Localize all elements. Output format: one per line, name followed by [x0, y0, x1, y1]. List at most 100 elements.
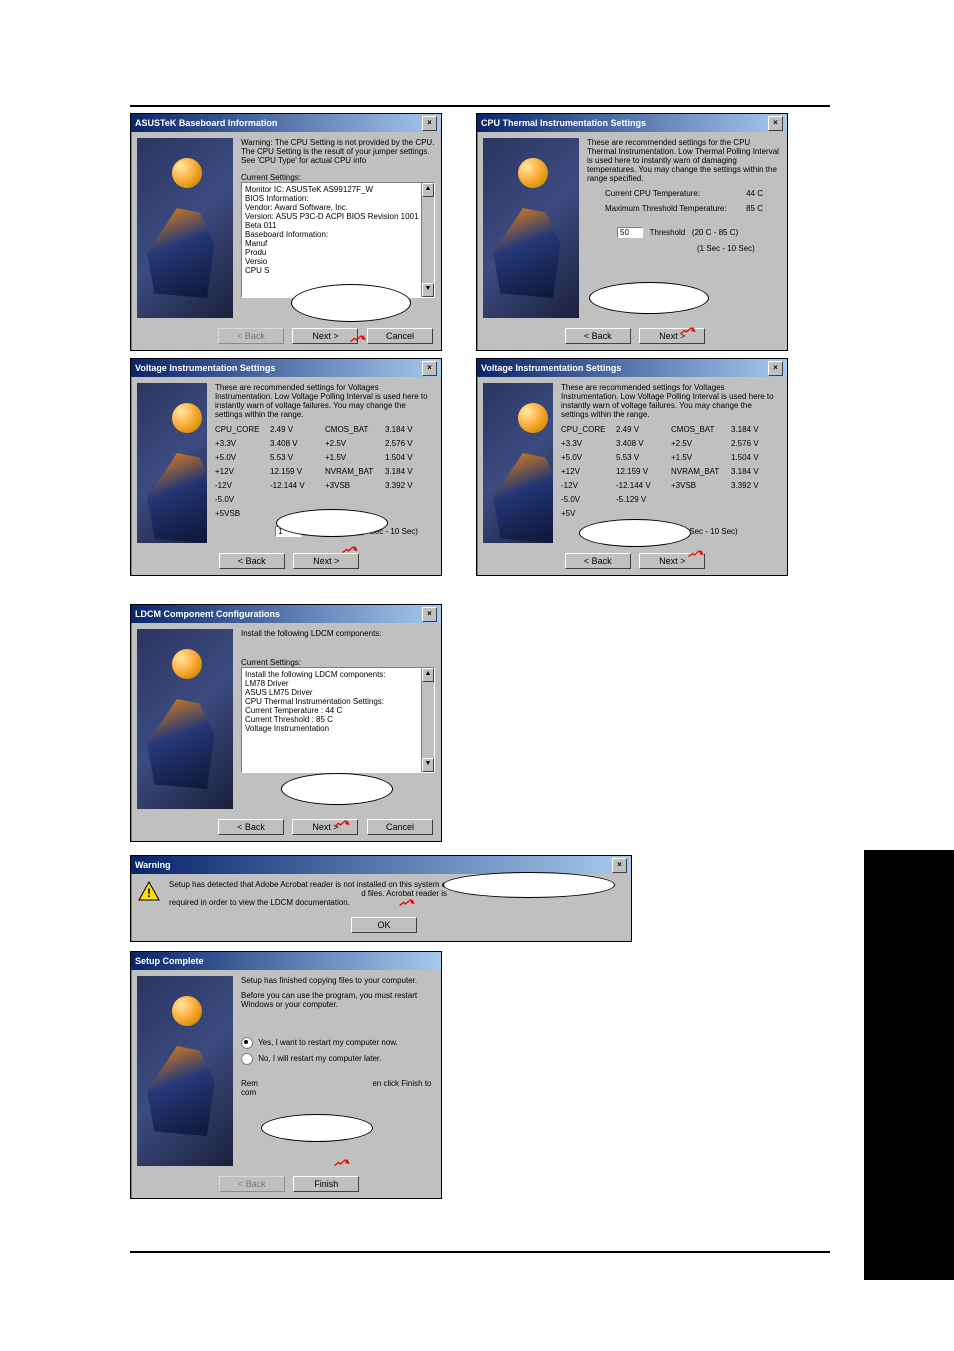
opt2-label: No, I will restart my computer later. [258, 1054, 381, 1063]
scrollbar[interactable]: ▲▼ [421, 668, 434, 772]
finish-button[interactable]: Finish [293, 1176, 359, 1192]
max-thr-label: Maximum Threshold Temperature: [605, 204, 727, 213]
cell: 3.408 V [270, 439, 325, 448]
cell: CMOS_BAT [325, 425, 385, 434]
back-button: < Back [218, 328, 284, 344]
titlebar[interactable]: LDCM Component Configurations × [131, 605, 441, 623]
cancel-button[interactable]: Cancel [367, 819, 433, 835]
cell: +3VSB [671, 481, 731, 490]
warn-line-a: Setup has detected that Adobe Acrobat re… [169, 880, 469, 889]
pointer-hand-icon [331, 815, 353, 835]
titlebar[interactable]: CPU Thermal Instrumentation Settings × [477, 114, 787, 132]
pointer-hand-icon [396, 894, 418, 914]
back-button[interactable]: < Back [219, 553, 285, 569]
info-line: Monitor IC: ASUSTeK AS99127F_W [245, 185, 431, 194]
info-line: Version: ASUS P3C-D ACPI BIOS Revision 1… [245, 212, 431, 230]
max-thr-value: 85 C [746, 204, 763, 213]
back-button: < Back [219, 1176, 285, 1192]
wizard-image [137, 138, 233, 318]
cell: 3.392 V [731, 481, 781, 490]
info-line: CPU S [245, 266, 431, 275]
ok-button[interactable]: OK [351, 917, 417, 933]
cell: CMOS_BAT [671, 425, 731, 434]
list-line: LM78 Driver [245, 679, 431, 688]
cell: +5.0V [215, 453, 270, 462]
titlebar[interactable]: Voltage Instrumentation Settings × [131, 359, 441, 377]
voltage-table: CPU_CORE2.49 VCMOS_BAT3.184 V +3.3V3.408… [561, 425, 781, 518]
info-listbox[interactable]: Monitor IC: ASUSTeK AS99127F_W BIOS Info… [241, 182, 435, 298]
cell: -12.144 V [270, 481, 325, 490]
intro-text: Install the following LDCM components: [241, 629, 435, 638]
component-listbox[interactable]: Install the following LDCM components: L… [241, 667, 435, 773]
titlebar[interactable]: Voltage Instrumentation Settings × [477, 359, 787, 377]
intro-text: These are recommended settings for the C… [587, 138, 781, 183]
wizard-image [483, 138, 579, 318]
titlebar[interactable]: Warning × [131, 856, 631, 874]
scrollbar[interactable]: ▲▼ [421, 183, 434, 297]
wizard-image [483, 383, 553, 543]
side-black-tab [864, 850, 954, 1280]
cell: 3.184 V [385, 425, 435, 434]
cell: 5.53 V [270, 453, 325, 462]
title-text: LDCM Component Configurations [135, 609, 280, 619]
pointer-hand-icon [677, 322, 699, 342]
cell: 3.408 V [616, 439, 671, 448]
close-icon[interactable]: × [612, 858, 627, 873]
cell: 3.184 V [385, 467, 435, 476]
wizard-image [137, 383, 207, 543]
radio-restart-later[interactable] [241, 1053, 253, 1065]
redaction-oval [589, 282, 709, 314]
back-button[interactable]: < Back [565, 328, 631, 344]
threshold-input[interactable]: 50 [617, 227, 643, 238]
cell: 1.504 V [385, 453, 435, 462]
cell: +3.3V [215, 439, 270, 448]
wizard-image [137, 629, 233, 809]
l3b: en click Finish to [372, 1079, 431, 1088]
intro-text: These are recommended settings for Volta… [215, 383, 435, 419]
cancel-button[interactable]: Cancel [367, 328, 433, 344]
titlebar[interactable]: ASUSTeK Baseboard Information × [131, 114, 441, 132]
redaction-oval [291, 284, 411, 322]
list-line: Current Temperature : 44 C [245, 706, 431, 715]
info-line: Manuf [245, 239, 431, 248]
close-icon[interactable]: × [422, 116, 437, 131]
cell: -12V [215, 481, 270, 490]
close-icon[interactable]: × [422, 361, 437, 376]
list-line: CPU Thermal Instrumentation Settings: [245, 697, 431, 706]
current-settings-label: Current Settings: [241, 658, 435, 667]
back-button[interactable]: < Back [565, 553, 631, 569]
titlebar[interactable]: Setup Complete [131, 952, 441, 970]
pointer-hand-icon [685, 545, 707, 565]
pointer-hand-icon [347, 330, 369, 350]
list-line: ASUS LM75 Driver [245, 688, 431, 697]
title-text: Voltage Instrumentation Settings [481, 363, 621, 373]
dlg-cpu-thermal: CPU Thermal Instrumentation Settings × T… [476, 113, 788, 351]
cell: 3.184 V [731, 425, 781, 434]
cell: CPU_CORE [215, 425, 270, 434]
poll-range: (1 Sec - 10 Sec) [697, 244, 755, 253]
opt1-label: Yes, I want to restart my computer now. [258, 1038, 398, 1047]
dlg-ldcm-components: LDCM Component Configurations × Install … [130, 604, 442, 842]
list-line: Current Threshold : 85 C [245, 715, 431, 724]
cell: 1.504 V [731, 453, 781, 462]
close-icon[interactable]: × [768, 361, 783, 376]
warning-icon: ! [137, 880, 161, 904]
cell: +5.0V [561, 453, 616, 462]
voltage-table: CPU_CORE2.49 VCMOS_BAT3.184 V +3.3V3.408… [215, 425, 435, 518]
cell: +2.5V [671, 439, 731, 448]
dlg-voltage-2: Voltage Instrumentation Settings × These… [476, 358, 788, 576]
title-text: Setup Complete [135, 956, 204, 966]
cell: +12V [215, 467, 270, 476]
cell: 5.53 V [616, 453, 671, 462]
close-icon[interactable]: × [768, 116, 783, 131]
cur-temp-label: Current CPU Temperature: [605, 189, 700, 198]
dlg-voltage-1: Voltage Instrumentation Settings × These… [130, 358, 442, 576]
redaction-oval [276, 509, 388, 537]
close-icon[interactable]: × [422, 607, 437, 622]
back-button[interactable]: < Back [218, 819, 284, 835]
radio-restart-now[interactable] [241, 1037, 253, 1049]
redaction-oval [579, 519, 691, 547]
cell: +5V [561, 509, 616, 518]
cur-temp-value: 44 C [746, 189, 763, 198]
redaction-oval [443, 872, 615, 898]
